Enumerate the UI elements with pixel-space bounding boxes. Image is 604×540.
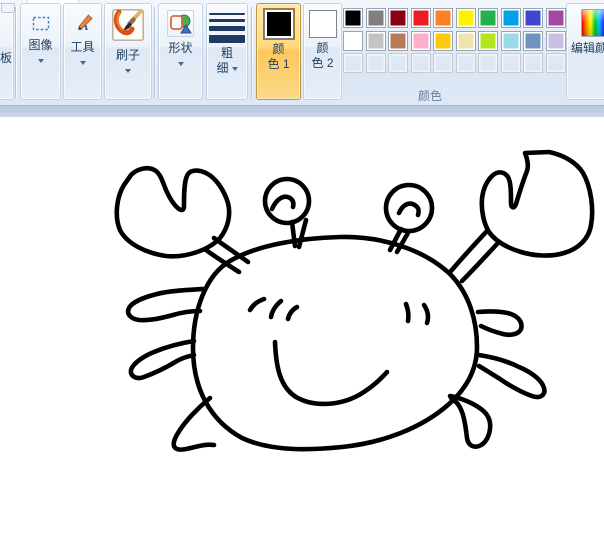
crab-smile bbox=[275, 342, 387, 404]
crab-face-mark bbox=[424, 305, 428, 323]
crab-left-eye-mark bbox=[272, 197, 293, 209]
crab-right-eye-mark bbox=[399, 204, 419, 215]
crab-left-eye bbox=[265, 179, 309, 223]
crab-face-mark bbox=[250, 299, 264, 310]
crab-right-leg bbox=[478, 311, 522, 334]
crab-left-claw bbox=[117, 168, 229, 256]
crab-right-claw bbox=[482, 152, 592, 256]
crab-right-eye bbox=[386, 185, 432, 231]
crab-left-eyestalk bbox=[292, 222, 295, 246]
crab-left-leg bbox=[128, 289, 203, 320]
paint-app-window: { "ribbon": { "clipboard_group": { "labe… bbox=[0, 0, 604, 540]
crab-left-eyestalk bbox=[299, 220, 306, 247]
paint-canvas[interactable] bbox=[0, 0, 604, 540]
crab-left-leg bbox=[131, 341, 194, 378]
crab-right-leg bbox=[450, 396, 490, 447]
crab-face-mark bbox=[406, 304, 408, 321]
crab-face-mark bbox=[288, 307, 297, 319]
crab-face-mark bbox=[271, 301, 281, 317]
crab-right-leg bbox=[479, 355, 544, 397]
crab-right-arm-line bbox=[451, 231, 487, 271]
